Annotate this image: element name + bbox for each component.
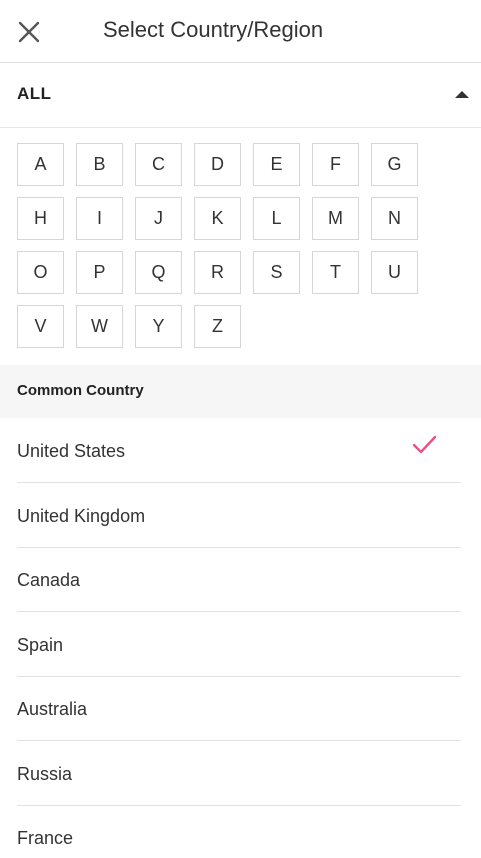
letter-button-s[interactable]: S xyxy=(253,251,300,294)
letter-button-p[interactable]: P xyxy=(76,251,123,294)
list-item[interactable]: Canada xyxy=(17,548,461,612)
country-name: United Kingdom xyxy=(17,506,146,526)
letter-button-b[interactable]: B xyxy=(76,143,123,186)
letter-button-t[interactable]: T xyxy=(312,251,359,294)
caret-up-icon xyxy=(455,91,469,98)
list-item[interactable]: United Kingdom xyxy=(17,484,461,548)
close-button[interactable] xyxy=(14,17,44,47)
section-title: Common Country xyxy=(17,382,144,399)
letter-button-u[interactable]: U xyxy=(371,251,418,294)
letter-button-c[interactable]: C xyxy=(135,143,182,186)
country-region-selector: Select Country/Region ALL ABCDEFG HIJKLMN… xyxy=(0,0,481,858)
country-name: France xyxy=(17,828,74,848)
letter-button-w[interactable]: W xyxy=(76,305,123,348)
letter-button-o[interactable]: O xyxy=(17,251,64,294)
letter-button-f[interactable]: F xyxy=(312,143,359,186)
letter-button-i[interactable]: I xyxy=(76,197,123,240)
letter-button-a[interactable]: A xyxy=(17,143,64,186)
letter-button-r[interactable]: R xyxy=(194,251,241,294)
list-item[interactable]: Australia xyxy=(17,677,461,741)
letter-button-k[interactable]: K xyxy=(194,197,241,240)
all-filter-label: ALL xyxy=(17,84,52,103)
country-name: Australia xyxy=(17,699,88,719)
list-item[interactable]: France xyxy=(17,806,461,858)
country-name: Spain xyxy=(17,635,64,655)
letter-button-l[interactable]: L xyxy=(253,197,300,240)
country-name: Canada xyxy=(17,570,81,590)
common-country-section-header: Common Country xyxy=(0,365,481,418)
country-name: United States xyxy=(17,441,126,461)
letter-button-e[interactable]: E xyxy=(253,143,300,186)
letter-button-j[interactable]: J xyxy=(135,197,182,240)
letter-button-v[interactable]: V xyxy=(17,305,64,348)
list-item[interactable]: Russia xyxy=(17,742,461,806)
letter-button-g[interactable]: G xyxy=(371,143,418,186)
country-name: Russia xyxy=(17,764,73,784)
letter-button-z[interactable]: Z xyxy=(194,305,241,348)
page-title: Select Country/Region xyxy=(103,17,324,42)
all-filter-toggle[interactable]: ALL xyxy=(0,63,481,128)
letter-button-m[interactable]: M xyxy=(312,197,359,240)
letter-button-n[interactable]: N xyxy=(371,197,418,240)
letter-button-y[interactable]: Y xyxy=(135,305,182,348)
header: Select Country/Region xyxy=(0,0,481,63)
letter-button-q[interactable]: Q xyxy=(135,251,182,294)
list-item[interactable]: United States xyxy=(17,419,461,483)
letter-button-h[interactable]: H xyxy=(17,197,64,240)
close-icon xyxy=(18,21,40,43)
list-item[interactable]: Spain xyxy=(17,613,461,677)
letter-button-d[interactable]: D xyxy=(194,143,241,186)
checkmark-icon xyxy=(412,435,437,454)
